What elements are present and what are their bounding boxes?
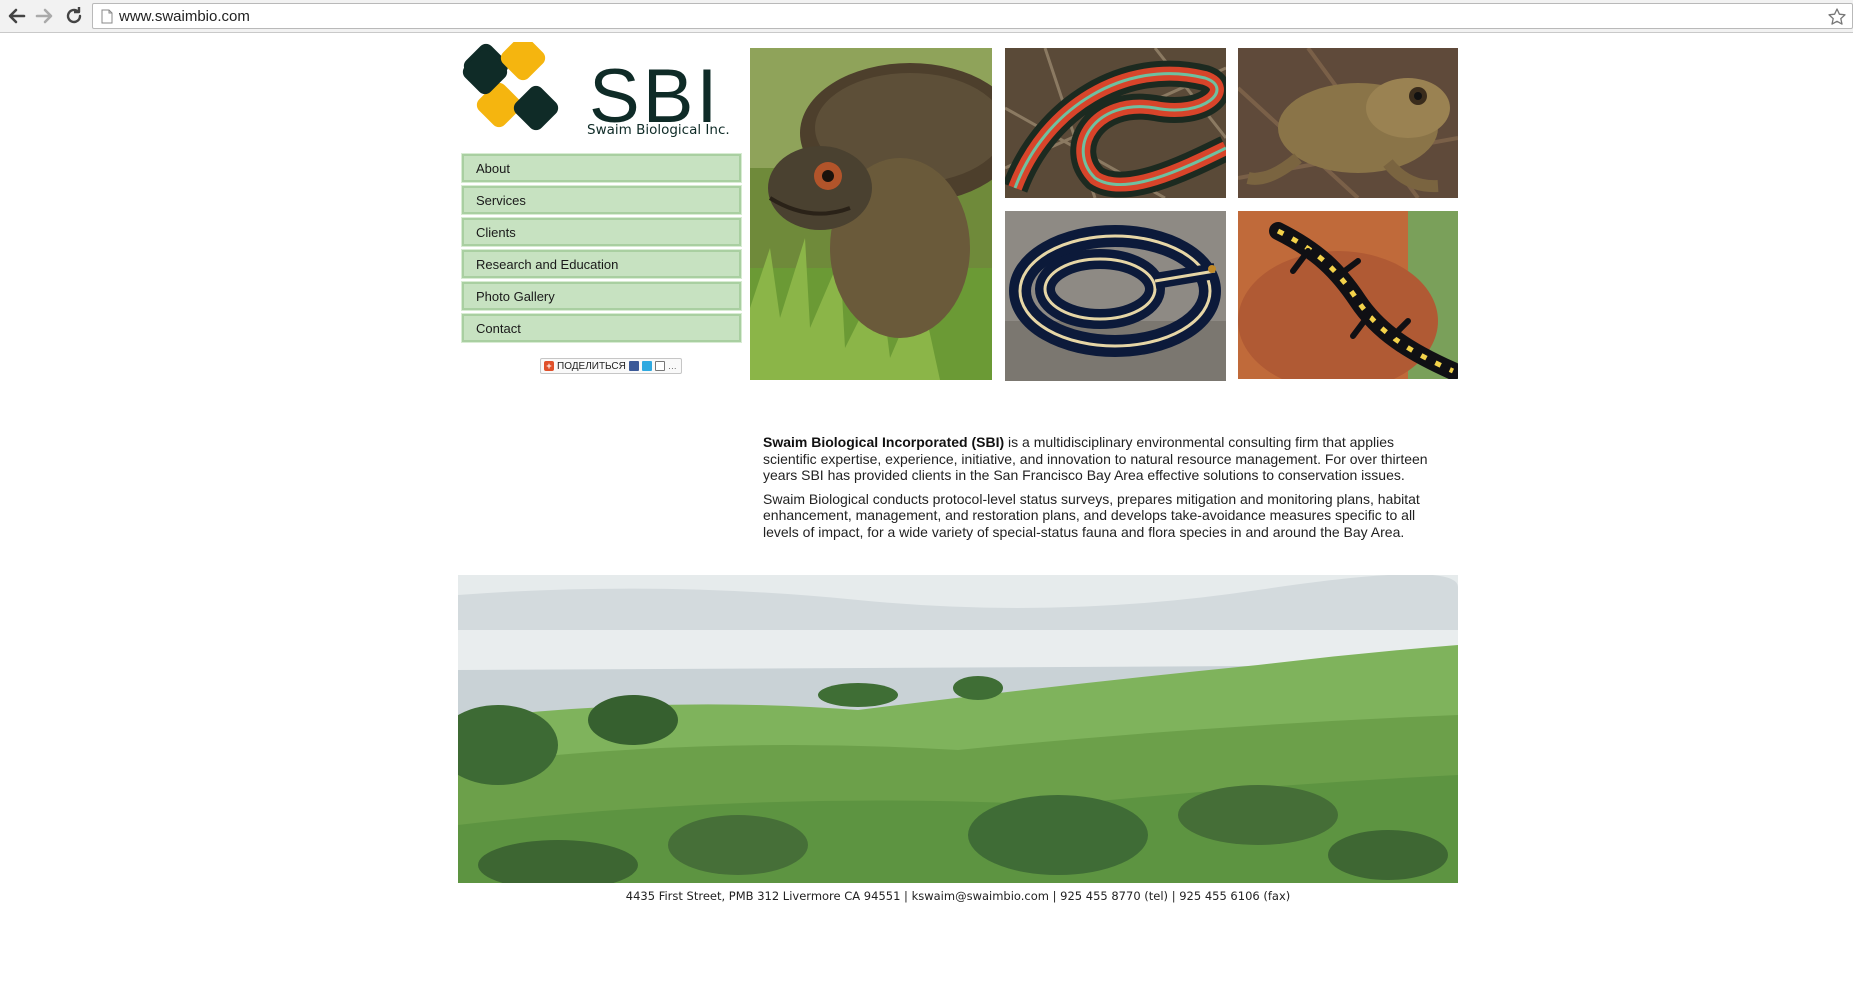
menu-item-clients[interactable]: Clients bbox=[461, 217, 742, 247]
facebook-icon bbox=[628, 361, 639, 371]
address-bar[interactable]: www.swaimbio.com bbox=[92, 3, 1853, 29]
forward-arrow-icon[interactable] bbox=[33, 5, 57, 27]
salamander-photo bbox=[1238, 211, 1458, 379]
star-icon[interactable] bbox=[1826, 6, 1848, 28]
turtle-photo bbox=[750, 48, 992, 380]
browser-toolbar: www.swaimbio.com bbox=[0, 0, 1853, 33]
menu-item-contact[interactable]: Contact bbox=[461, 313, 742, 343]
twitter-icon bbox=[641, 361, 652, 371]
url-text[interactable]: www.swaimbio.com bbox=[119, 8, 250, 25]
page-icon bbox=[101, 9, 113, 24]
more-icon: … bbox=[667, 361, 677, 371]
reload-icon[interactable] bbox=[62, 5, 86, 27]
logo-tagline: Swaim Biological Inc. bbox=[587, 122, 730, 138]
footer-contact: 4435 First Street, PMB 312 Livermore CA … bbox=[625, 889, 1291, 903]
landscape-photo bbox=[458, 575, 1458, 883]
menu-item-services[interactable]: Services bbox=[461, 185, 742, 215]
striped-snake-photo bbox=[1005, 211, 1226, 381]
plus-icon: + bbox=[544, 361, 554, 371]
menu-item-photo-gallery[interactable]: Photo Gallery bbox=[461, 281, 742, 311]
email-icon bbox=[654, 361, 665, 371]
intro-paragraph-2: Swaim Biological conducts protocol-level… bbox=[763, 490, 1420, 540]
main-menu: About Services Clients Research and Educ… bbox=[461, 153, 742, 346]
menu-item-research-education[interactable]: Research and Education bbox=[461, 249, 742, 279]
company-name: Swaim Biological Incorporated (SBI) bbox=[763, 434, 1005, 450]
share-label: ПОДЕЛИТЬСЯ bbox=[557, 360, 626, 372]
sbi-logo[interactable]: SBI Swaim Biological Inc. bbox=[462, 35, 734, 147]
garter-snake-photo bbox=[1005, 48, 1226, 198]
menu-item-about[interactable]: About bbox=[461, 153, 742, 183]
share-button[interactable]: + ПОДЕЛИТЬСЯ … bbox=[540, 358, 682, 374]
back-arrow-icon[interactable] bbox=[4, 5, 28, 27]
intro-paragraph-1: Swaim Biological Incorporated (SBI) is a… bbox=[763, 434, 1448, 484]
intro-text: Swaim Biological Incorporated (SBI) is a… bbox=[763, 434, 1448, 547]
frog-photo bbox=[1238, 48, 1458, 198]
